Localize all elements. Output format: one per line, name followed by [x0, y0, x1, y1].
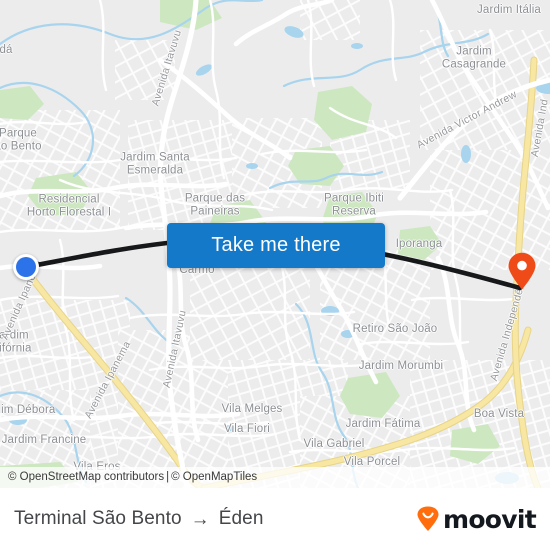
- footer-bar: Terminal São Bento → Éden moovit: [0, 488, 550, 550]
- trip-summary: Terminal São Bento → Éden: [14, 508, 264, 530]
- moovit-wordmark: moovit: [442, 504, 537, 534]
- destination-marker[interactable]: [507, 252, 537, 290]
- trip-origin: Terminal São Bento: [14, 508, 182, 529]
- moovit-logo[interactable]: moovit: [415, 504, 537, 534]
- attribution-osm[interactable]: © OpenStreetMap contributors: [8, 471, 164, 483]
- moovit-trip-map-screen: dáParque ão BentoJardim Santa EsmeraldaR…: [0, 0, 550, 550]
- trip-destination: Éden: [218, 508, 264, 529]
- moovit-pin-icon: [417, 506, 439, 531]
- map-attribution: © OpenStreetMap contributors | © OpenMapTi…: [0, 467, 550, 488]
- map-pin-icon: [508, 252, 536, 290]
- origin-marker[interactable]: [13, 254, 39, 280]
- arrow-right-icon: →: [190, 508, 210, 530]
- attribution-openmaptiles[interactable]: © OpenMapTiles: [171, 471, 257, 483]
- take-me-there-button[interactable]: Take me there: [167, 223, 385, 268]
- map-viewport[interactable]: dáParque ão BentoJardim Santa EsmeraldaR…: [0, 0, 550, 488]
